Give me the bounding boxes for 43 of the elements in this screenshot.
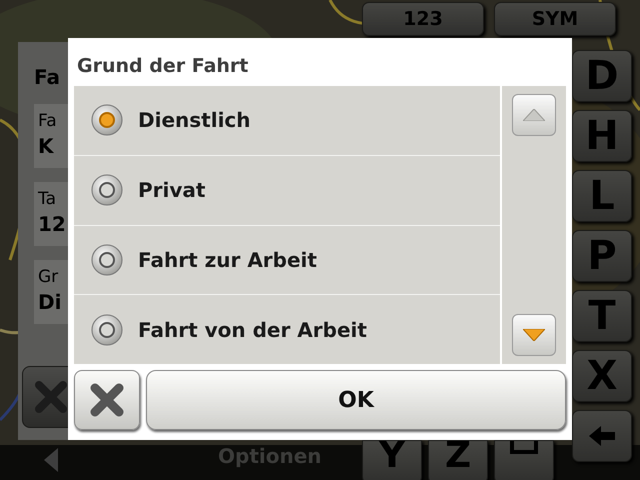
keyboard-key[interactable]: X [572, 350, 632, 402]
keyboard-key[interactable]: SYM [494, 2, 616, 36]
scroll-up-button[interactable] [512, 94, 556, 136]
space-icon [510, 441, 538, 455]
field-value: Di [38, 289, 62, 316]
option-row[interactable]: Privat [74, 156, 500, 224]
option-label: Dienstlich [138, 108, 251, 132]
keyboard-key[interactable]: D [572, 50, 632, 102]
down-arrow-icon [523, 329, 545, 341]
backspace-key[interactable] [572, 410, 632, 462]
keyboard-key[interactable]: H [572, 110, 632, 162]
radio-button[interactable] [90, 103, 124, 138]
radio-button[interactable] [90, 242, 124, 277]
keyboard-key[interactable]: T [572, 290, 632, 342]
keyboard-key[interactable]: 123 [362, 2, 484, 36]
field-label: Fa [38, 110, 57, 132]
option-label: Privat [138, 178, 206, 202]
keyboard-key[interactable]: Z [428, 440, 488, 480]
space-key[interactable] [494, 440, 554, 480]
scroll-down-button[interactable] [512, 314, 556, 356]
field-label: Ta [38, 188, 56, 210]
option-row[interactable]: Dienstlich [74, 86, 500, 155]
radio-button[interactable] [90, 173, 124, 208]
field-value: 12 [38, 211, 66, 238]
option-label: Fahrt zur Arbeit [138, 248, 317, 272]
cancel-button[interactable] [74, 370, 140, 430]
field-value: K [38, 133, 54, 160]
option-row[interactable]: Fahrt von der Arbeit [74, 295, 500, 364]
keyboard-key[interactable]: P [572, 230, 632, 282]
dialog-title: Grund der Fahrt [77, 54, 250, 78]
panel-title: Fa [34, 64, 60, 90]
up-arrow-icon [523, 109, 545, 121]
left-arrow-icon[interactable] [44, 448, 58, 472]
keyboard-key[interactable]: L [572, 170, 632, 222]
option-row[interactable]: Fahrt zur Arbeit [74, 226, 500, 294]
field-label: Gr [38, 266, 58, 288]
ok-button[interactable]: OK [146, 370, 566, 430]
close-icon [89, 382, 125, 418]
keyboard-key[interactable]: Y [362, 440, 422, 480]
arrow-icon [589, 426, 615, 446]
option-label: Fahrt von der Arbeit [138, 318, 367, 342]
close-icon [34, 380, 68, 414]
radio-button[interactable] [90, 312, 124, 347]
